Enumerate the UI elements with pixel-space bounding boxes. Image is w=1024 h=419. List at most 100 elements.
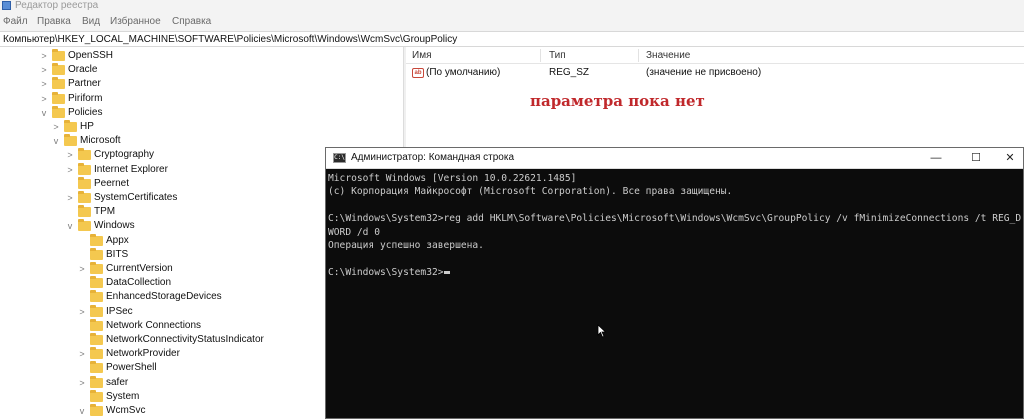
annotation-text: параметра пока нет [530, 92, 705, 110]
cmd-icon: C:\ [333, 153, 346, 163]
close-button[interactable]: ✕ [990, 148, 1024, 169]
folder-icon [52, 77, 65, 90]
tree-item-label: Peernet [94, 177, 130, 189]
cmd-window[interactable]: C:\ Администратор: Командная строка — ☐ … [325, 147, 1024, 419]
chevron-right-icon[interactable]: > [78, 305, 86, 319]
value-name: (По умолчанию) [426, 67, 501, 78]
folder-icon [90, 318, 103, 331]
folder-icon [64, 120, 77, 132]
menu-edit[interactable]: Правка [37, 15, 71, 28]
menu-favorites[interactable]: Избранное [110, 15, 161, 28]
tree-item-label: Windows [94, 220, 135, 232]
console-line: C:\Windows\System32>reg add HKLM\Softwar… [328, 212, 1021, 225]
chevron-right-icon[interactable]: > [40, 77, 48, 91]
console-output[interactable]: Microsoft Windows [Version 10.0.22621.14… [326, 170, 1023, 418]
console-line-text: C:\Windows\System32> [328, 266, 444, 278]
console-line-text: Microsoft Windows [Version 10.0.22621.14… [328, 173, 577, 184]
tree-item-label: Policies [68, 106, 103, 118]
column-name[interactable]: Имя [412, 50, 431, 61]
chevron-right-icon[interactable]: > [78, 376, 86, 390]
folder-icon [90, 233, 103, 246]
chevron-right-icon[interactable]: > [40, 49, 48, 63]
column-separator[interactable] [540, 49, 541, 62]
column-value[interactable]: Значение [646, 50, 690, 61]
tree-item-label: Partner [68, 78, 101, 90]
chevron-right-icon[interactable]: > [78, 262, 86, 276]
tree-item-label: WcmSvc [106, 405, 146, 416]
chevron-right-icon[interactable]: > [40, 63, 48, 77]
folder-icon [90, 361, 103, 374]
folder-icon [90, 276, 103, 289]
folder-icon [78, 219, 91, 232]
cmd-title: Администратор: Командная строка [351, 152, 515, 163]
tree-item-label: BITS [106, 248, 129, 260]
folder-icon [52, 91, 65, 104]
cmd-titlebar[interactable]: C:\ Администратор: Командная строка — ☐ … [326, 148, 1023, 169]
console-line-text: Операция успешно завершена. [328, 240, 484, 252]
chevron-right-icon[interactable]: > [40, 92, 48, 106]
console-line-text: (c) Корпорация Майкрософт (Microsoft Cor… [328, 186, 733, 198]
menu-bar: Файл Правка Вид Избранное Справка [0, 12, 1024, 31]
tree-item-label: Internet Explorer [94, 163, 168, 175]
console-line: Операция успешно завершена. [328, 239, 1021, 252]
folder-icon [52, 105, 65, 118]
console-line-text: WORD /d 0 [328, 226, 380, 238]
address-path[interactable]: Компьютер\HKEY_LOCAL_MACHINE\SOFTWARE\Po… [3, 33, 457, 46]
column-type[interactable]: Тип [549, 50, 566, 61]
folder-icon [78, 176, 91, 189]
chevron-down-icon[interactable]: v [52, 134, 60, 148]
menu-file[interactable]: Файл [3, 15, 28, 28]
address-bar[interactable]: Компьютер\HKEY_LOCAL_MACHINE\SOFTWARE\Po… [0, 31, 1024, 47]
chevron-right-icon[interactable]: > [66, 191, 74, 205]
folder-icon [90, 290, 103, 303]
folder-icon [64, 134, 77, 147]
menu-view[interactable]: Вид [82, 15, 100, 28]
column-separator[interactable] [638, 49, 639, 62]
values-header: Имя Тип Значение [406, 47, 1024, 64]
console-line: WORD /d 0 [328, 226, 1021, 239]
tree-item-label: NetworkConnectivityStatusIndicator [106, 334, 264, 345]
folder-icon [52, 49, 65, 61]
tree-item-label: Cryptography [94, 149, 155, 161]
console-line: (c) Корпорация Майкрософт (Microsoft Cor… [328, 185, 1021, 198]
minimize-button[interactable]: — [916, 148, 956, 169]
value-type: REG_SZ [549, 67, 590, 78]
folder-icon [90, 247, 103, 260]
chevron-down-icon[interactable]: v [66, 219, 74, 233]
tree-item-label: Oracle [68, 64, 98, 76]
menu-help[interactable]: Справка [172, 15, 211, 28]
tree-item-label: SystemCertificates [94, 192, 178, 203]
chevron-down-icon[interactable]: v [40, 106, 48, 120]
value-row[interactable]: ab (По умолчанию) REG_SZ (значение не пр… [406, 66, 1024, 80]
chevron-right-icon[interactable]: > [66, 148, 74, 162]
tree-item-label: Network Connections [106, 319, 202, 331]
folder-icon [78, 162, 91, 175]
chevron-right-icon[interactable]: > [52, 120, 60, 134]
folder-icon [78, 205, 91, 218]
window-title: Редактор реестра [15, 0, 99, 11]
tree-item-label: OpenSSH [68, 50, 114, 61]
chevron-right-icon[interactable]: > [66, 163, 74, 177]
folder-icon [90, 262, 103, 274]
folder-icon [52, 63, 65, 76]
regedit-app-icon [2, 1, 11, 10]
folder-icon [90, 333, 103, 345]
tree-item-label: Piriform [68, 92, 103, 104]
tree-item-label: Appx [106, 234, 129, 246]
tree-item-label: HP [80, 121, 94, 132]
folder-icon [78, 191, 91, 203]
tree-item-label: IPSec [106, 305, 133, 317]
ab-string-icon: ab [412, 68, 424, 78]
chevron-right-icon[interactable]: > [78, 347, 86, 361]
chevron-down-icon[interactable]: v [78, 404, 86, 418]
tree-item-label: safer [106, 376, 129, 388]
tree-item-label: System [106, 390, 140, 402]
folder-icon [90, 389, 103, 402]
folder-icon [78, 148, 91, 161]
folder-icon [90, 404, 103, 416]
value-data: (значение не присвоено) [646, 67, 762, 78]
tree-item-label: TPM [94, 206, 116, 218]
tree-item-label: NetworkProvider [106, 348, 180, 360]
